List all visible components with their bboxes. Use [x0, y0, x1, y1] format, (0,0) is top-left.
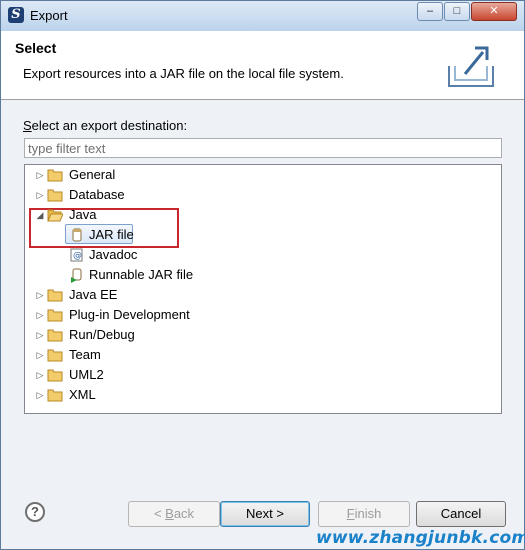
- expand-arrow-icon[interactable]: ▷: [35, 325, 45, 345]
- title-bar[interactable]: S Export – □ ✕: [1, 1, 524, 31]
- runnable-jar-icon: [71, 268, 82, 283]
- expand-arrow-icon[interactable]: ▷: [35, 385, 45, 405]
- collapse-arrow-icon[interactable]: ◢: [35, 205, 45, 225]
- finish-button[interactable]: Finish: [318, 501, 410, 527]
- tree-item-label: Runnable JAR file: [89, 267, 194, 282]
- tree-item-java-ee[interactable]: ▷ Java EE: [25, 285, 501, 305]
- tree-item-label: Run/Debug: [69, 327, 135, 342]
- filter-input[interactable]: [24, 138, 502, 158]
- folder-icon: [47, 289, 63, 302]
- close-button[interactable]: ✕: [471, 2, 517, 21]
- help-button[interactable]: ?: [25, 502, 45, 522]
- expand-arrow-icon[interactable]: ▷: [35, 285, 45, 305]
- next-button[interactable]: Next >: [220, 501, 310, 527]
- wizard-content: Select an export destination: ▷ General …: [1, 100, 524, 475]
- javadoc-icon: @: [70, 248, 83, 262]
- export-dialog: S Export – □ ✕ Select Export resources i…: [0, 0, 525, 550]
- export-wizard-icon: [448, 46, 494, 87]
- tree-item-runnable-jar-file[interactable]: Runnable JAR file: [25, 265, 501, 285]
- open-folder-icon: [47, 209, 63, 222]
- accelerator-b: B: [165, 506, 174, 521]
- expand-arrow-icon[interactable]: ▷: [35, 345, 45, 365]
- svg-text:@: @: [73, 251, 82, 261]
- tree-item-label: UML2: [69, 367, 104, 382]
- window-title: Export: [30, 8, 68, 23]
- dest-label-rest: elect an export destination:: [31, 118, 188, 133]
- tree-item-java[interactable]: ◢ Java: [25, 205, 501, 225]
- tree-item-label: General: [69, 167, 116, 182]
- tree-item-xml[interactable]: ▷ XML: [25, 385, 501, 405]
- expand-arrow-icon[interactable]: ▷: [35, 185, 45, 205]
- maximize-button[interactable]: □: [444, 2, 470, 21]
- page-title: Select: [15, 40, 57, 56]
- folder-icon: [47, 169, 63, 182]
- wizard-header: Select Export resources into a JAR file …: [1, 31, 524, 100]
- cancel-button[interactable]: Cancel: [416, 501, 506, 527]
- folder-icon: [47, 329, 63, 342]
- tree-item-plug-in-development[interactable]: ▷ Plug-in Development: [25, 305, 501, 325]
- expand-arrow-icon[interactable]: ▷: [35, 365, 45, 385]
- tree-item-label: Database: [69, 187, 125, 202]
- tree-item-jar-file[interactable]: JAR file: [25, 225, 501, 245]
- folder-icon: [47, 309, 63, 322]
- tree-item-label: JAR file: [89, 227, 134, 242]
- folder-icon: [47, 369, 63, 382]
- watermark-text: www.zhangjunbk.com: [316, 528, 525, 548]
- folder-icon: [47, 389, 63, 402]
- minimize-button[interactable]: –: [417, 2, 443, 21]
- expand-arrow-icon[interactable]: ▷: [35, 165, 45, 185]
- tree-item-label: Java EE: [69, 287, 118, 302]
- page-description: Export resources into a JAR file on the …: [23, 66, 344, 81]
- finish-rest: inish: [354, 506, 382, 521]
- export-destination-tree[interactable]: ▷ General ▷ Database ◢ Java JAR file @ J…: [24, 164, 502, 414]
- tree-item-label: Java: [69, 207, 97, 222]
- accelerator-f: F: [346, 506, 355, 521]
- back-rest: ack: [173, 506, 195, 521]
- tree-item-label: XML: [69, 387, 96, 402]
- back-prefix: <: [153, 506, 166, 521]
- tree-item-label: Plug-in Development: [69, 307, 190, 322]
- tree-item-database[interactable]: ▷ Database: [25, 185, 501, 205]
- accelerator-s: S: [23, 118, 32, 133]
- expand-arrow-icon[interactable]: ▷: [35, 305, 45, 325]
- folder-icon: [47, 189, 63, 202]
- folder-icon: [47, 349, 63, 362]
- tree-item-javadoc[interactable]: @ Javadoc: [25, 245, 501, 265]
- tree-item-team[interactable]: ▷ Team: [25, 345, 501, 365]
- export-destination-label: Select an export destination:: [23, 118, 187, 133]
- tree-item-general[interactable]: ▷ General: [25, 165, 501, 185]
- eclipse-app-icon: S: [8, 7, 24, 23]
- tree-item-label: Team: [69, 347, 101, 362]
- jar-file-icon: [72, 228, 82, 242]
- tree-item-uml2[interactable]: ▷ UML2: [25, 365, 501, 385]
- tree-item-run-debug[interactable]: ▷ Run/Debug: [25, 325, 501, 345]
- back-button[interactable]: < Back: [128, 501, 220, 527]
- tree-item-label: Javadoc: [89, 247, 138, 262]
